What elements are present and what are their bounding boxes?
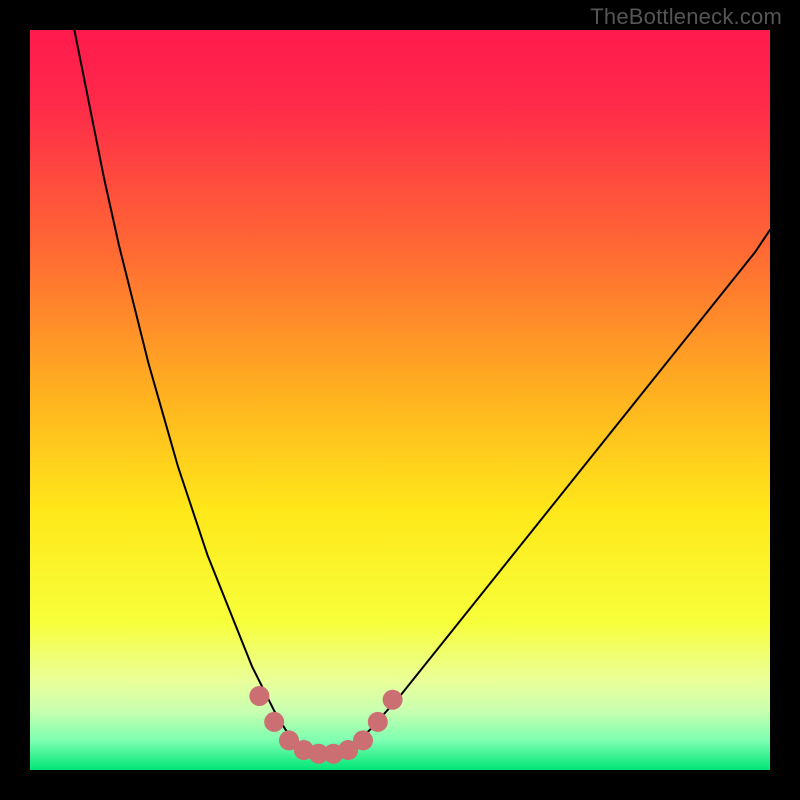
bottleneck-chart — [0, 0, 800, 800]
trough-marker — [368, 712, 388, 732]
watermark-text: TheBottleneck.com — [590, 4, 782, 30]
trough-marker — [264, 712, 284, 732]
chart-frame: TheBottleneck.com — [0, 0, 800, 800]
plot-background — [30, 30, 770, 770]
trough-marker — [249, 686, 269, 706]
trough-marker — [383, 690, 403, 710]
trough-marker — [353, 730, 373, 750]
